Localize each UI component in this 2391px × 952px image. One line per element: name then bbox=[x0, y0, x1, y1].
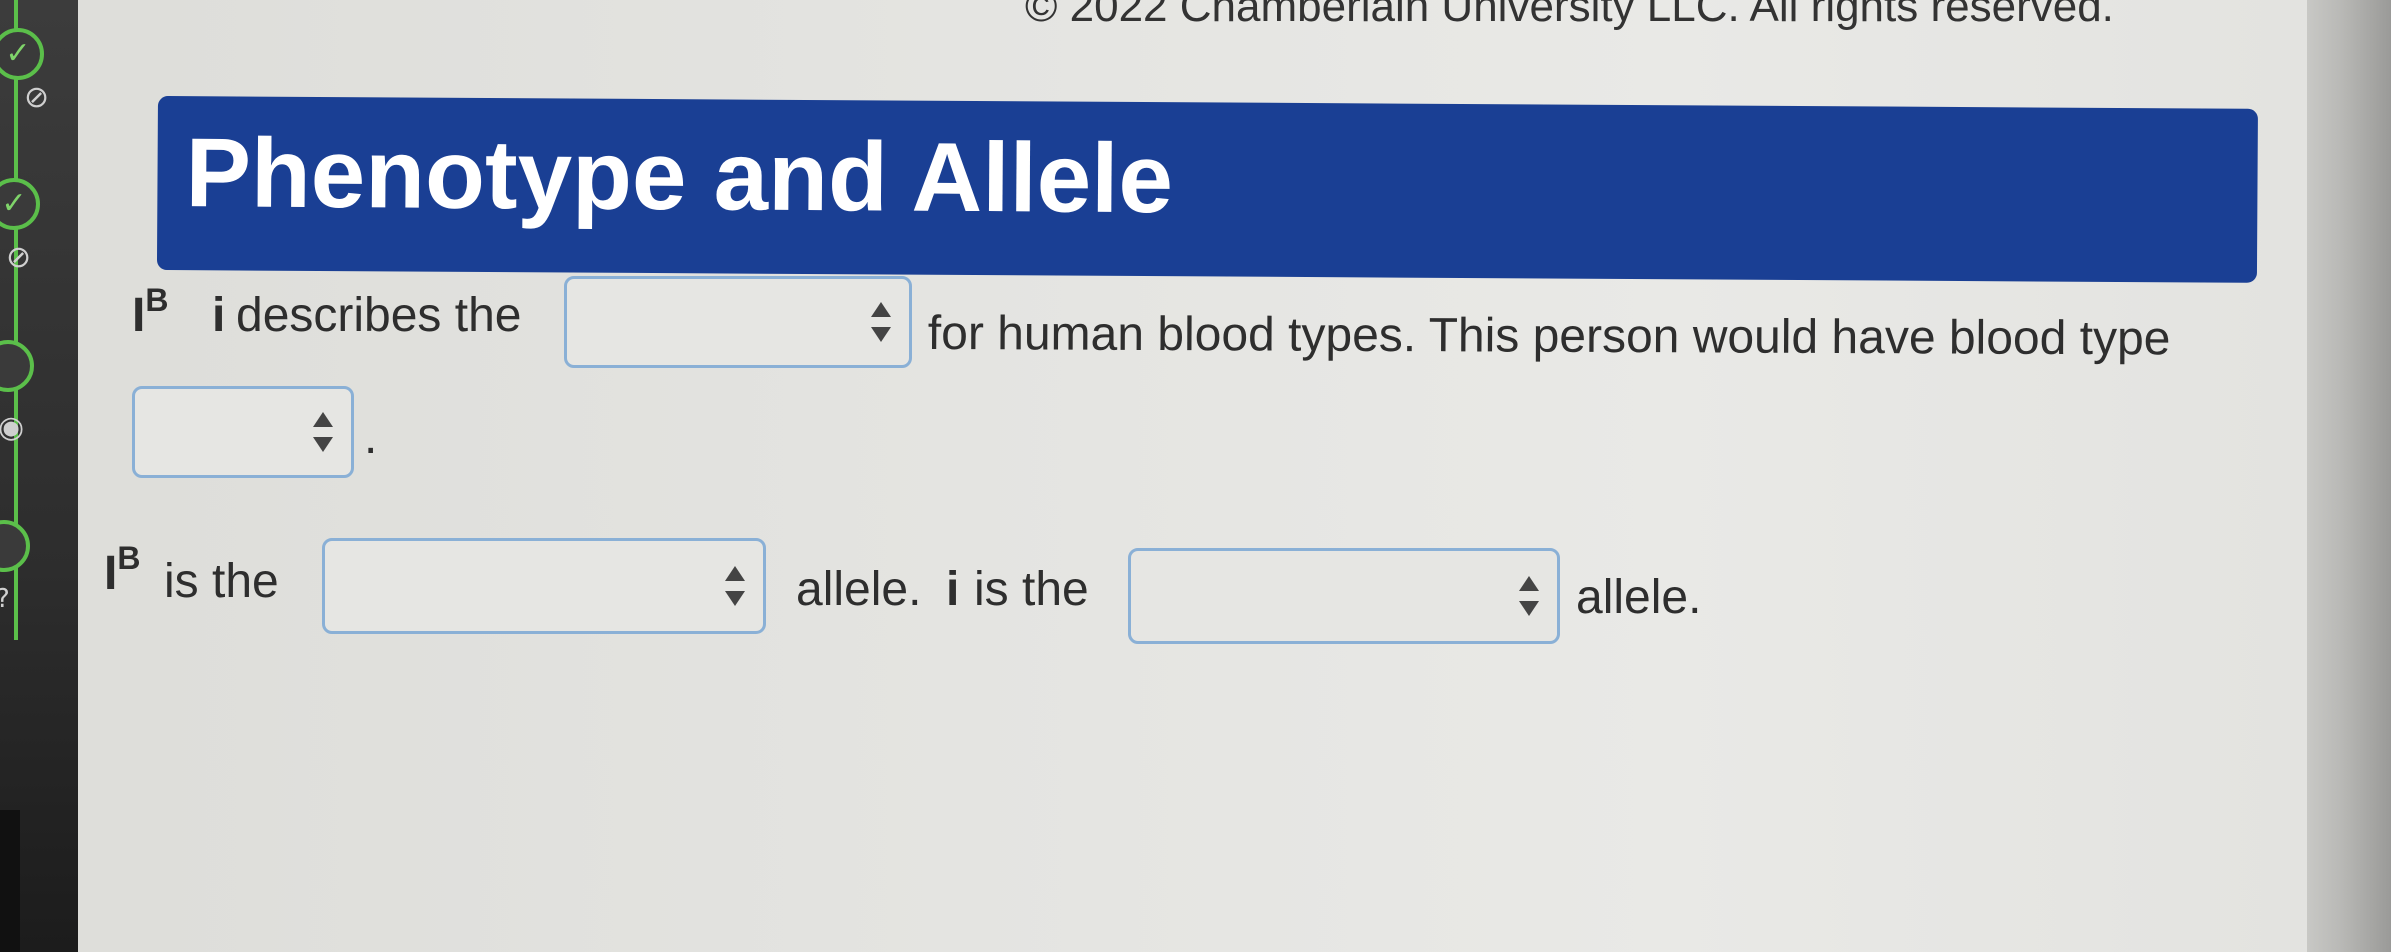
frame-edge-right bbox=[2307, 0, 2391, 952]
i-allele-select[interactable] bbox=[1128, 548, 1560, 644]
check-icon[interactable]: ✓ bbox=[0, 178, 40, 230]
describes-select[interactable] bbox=[564, 276, 912, 368]
copyright-text: © 2022 Chamberlain University LLC. All r… bbox=[1025, 0, 2114, 31]
check-icon[interactable]: ✓ bbox=[0, 28, 44, 80]
frame-edge bbox=[0, 810, 20, 952]
sentence2-is-the-2: is the bbox=[974, 563, 1089, 616]
sentence1-text-before: describes the bbox=[236, 289, 522, 342]
eye-slash-icon[interactable]: ⊘ bbox=[6, 240, 31, 275]
progress-step-circle[interactable] bbox=[0, 340, 34, 392]
progress-step-circle[interactable] bbox=[0, 520, 30, 572]
chevron-updown-icon bbox=[871, 302, 891, 342]
eye-icon[interactable]: ◉ bbox=[0, 410, 24, 445]
sentence2-allele-text: allele. bbox=[796, 563, 922, 616]
sentence2-is-the: is the bbox=[164, 555, 279, 608]
page: ✓ ⊘ ✓ ⊘ ◉ ? © 2022 Chamberlain Universit… bbox=[0, 0, 2391, 952]
allele-i-symbol: i bbox=[946, 563, 960, 616]
blood-type-select[interactable] bbox=[132, 386, 354, 478]
section-title: Phenotype and Allele bbox=[185, 117, 1174, 234]
sentence2-end: allele. bbox=[1576, 571, 1702, 624]
sentence1-period: . bbox=[364, 411, 378, 464]
chevron-updown-icon bbox=[313, 412, 333, 452]
help-icon[interactable]: ? bbox=[0, 584, 10, 614]
chevron-updown-icon bbox=[725, 566, 745, 606]
chevron-updown-icon bbox=[1519, 576, 1539, 616]
allele-IB-symbol: IB bbox=[104, 540, 141, 600]
allele-IB-symbol: IB bbox=[132, 282, 169, 342]
eye-slash-icon[interactable]: ⊘ bbox=[24, 80, 49, 115]
sentence1-text-after: for human blood types. This person would… bbox=[927, 307, 2171, 366]
IB-allele-select[interactable] bbox=[322, 538, 766, 634]
section-banner: Phenotype and Allele bbox=[156, 96, 2258, 283]
